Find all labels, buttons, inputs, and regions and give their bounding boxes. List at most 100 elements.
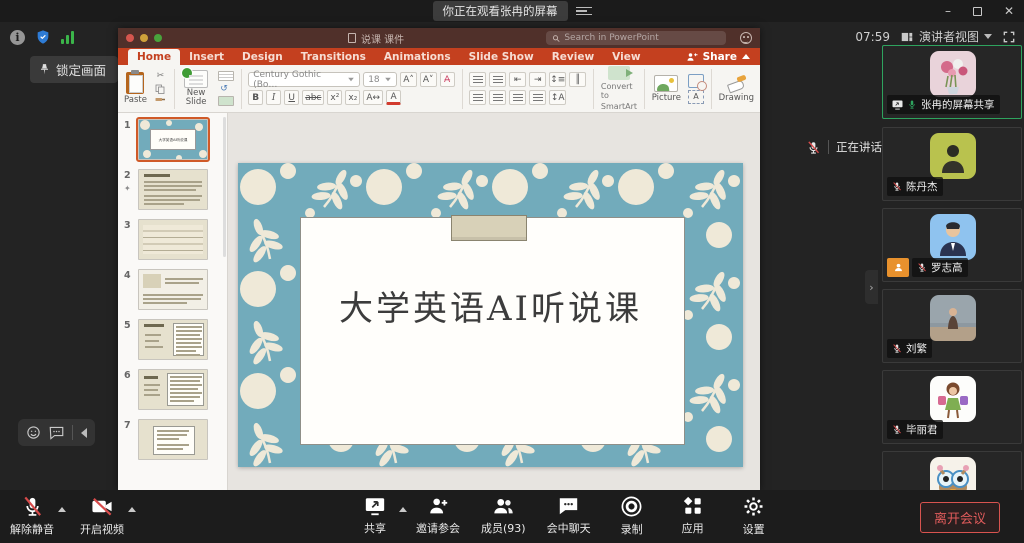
feedback-smiley-icon[interactable]	[740, 32, 752, 44]
mac-close-button[interactable]	[126, 34, 134, 42]
undo-icon[interactable]: ↺	[218, 83, 231, 94]
paste-button[interactable]: Paste	[124, 72, 147, 105]
subscript-button[interactable]: x₂	[345, 90, 360, 105]
tab-animations[interactable]: Animations	[375, 49, 460, 65]
align-left-button[interactable]	[469, 90, 486, 105]
ppt-search-input[interactable]	[564, 33, 720, 43]
underline-button[interactable]: U	[284, 90, 299, 105]
tab-design[interactable]: Design	[233, 49, 292, 65]
tab-review[interactable]: Review	[543, 49, 603, 65]
copy-icon[interactable]	[154, 83, 167, 94]
slide-thumbnail-6[interactable]	[138, 369, 208, 410]
cut-icon[interactable]: ✂	[154, 70, 167, 81]
italic-button[interactable]: I	[266, 90, 281, 105]
tab-home[interactable]: Home	[128, 49, 180, 65]
video-options-caret[interactable]	[128, 507, 136, 512]
decrease-indent-button[interactable]: ⇤	[509, 72, 526, 87]
tab-slide-show[interactable]: Slide Show	[460, 49, 543, 65]
share-options-caret[interactable]	[399, 507, 407, 512]
view-mode-selector[interactable]: 演讲者视图	[900, 28, 992, 45]
screen-share-icon	[892, 100, 903, 110]
record-button[interactable]: 录制	[612, 495, 652, 537]
justify-button[interactable]	[529, 90, 546, 105]
members-button[interactable]: 成员(93)	[481, 495, 526, 537]
align-center-button[interactable]	[489, 90, 506, 105]
slide-thumbnail-7[interactable]	[138, 419, 208, 460]
sidebar-collapse-handle[interactable]: ›	[865, 270, 878, 304]
align-right-button[interactable]	[509, 90, 526, 105]
slide-thumbnail-3[interactable]	[138, 219, 208, 260]
font-color-button[interactable]: A	[386, 90, 401, 105]
chat-button[interactable]: 会中聊天	[547, 495, 591, 537]
participant-name: 罗志高	[931, 260, 963, 275]
participant-tile[interactable]	[882, 451, 1022, 490]
superscript-button[interactable]: x²	[327, 90, 342, 105]
network-signal-icon[interactable]	[61, 31, 74, 44]
start-video-label: 开启视频	[80, 521, 124, 537]
font-name-select[interactable]: Century Gothic (Bo…	[248, 72, 360, 87]
slide-thumbnail-5[interactable]	[138, 319, 208, 360]
columns-button[interactable]: ║	[569, 72, 586, 87]
participant-tile[interactable]: 陈丹杰	[882, 127, 1022, 201]
close-button[interactable]: ✕	[1004, 4, 1014, 18]
text-box-icon[interactable]: A	[688, 90, 704, 104]
mac-minimize-button[interactable]	[140, 34, 148, 42]
fullscreen-icon[interactable]	[1002, 30, 1016, 44]
font-size-select[interactable]: 18	[363, 72, 397, 87]
emoji-icon[interactable]	[26, 425, 41, 440]
mac-zoom-button[interactable]	[154, 34, 162, 42]
tab-insert[interactable]: Insert	[180, 49, 233, 65]
line-spacing-button[interactable]: ↕≡	[549, 72, 566, 87]
new-slide-button[interactable]: New Slide	[182, 70, 211, 108]
banner-menu-icon[interactable]	[576, 4, 592, 18]
apps-button[interactable]: 应用	[673, 495, 713, 537]
slide-thumbnail-1[interactable]: 大学英语AI听说课	[138, 119, 208, 160]
chat-bubble-icon[interactable]	[49, 426, 64, 440]
share-button[interactable]: Share	[686, 51, 750, 63]
section-icon[interactable]	[218, 96, 234, 106]
grow-font-button[interactable]: A˄	[400, 72, 417, 87]
maximize-button[interactable]	[973, 7, 982, 16]
participant-tile-screen-share[interactable]: 张冉的屏幕共享	[882, 45, 1022, 119]
meeting-timer: 07:59	[855, 30, 890, 44]
leave-meeting-button[interactable]: 离开会议	[920, 502, 1000, 533]
slide-thumbnail-4[interactable]	[138, 269, 208, 310]
mic-muted-icon	[806, 140, 821, 155]
tab-view[interactable]: View	[603, 49, 649, 65]
share-screen-button[interactable]: 共享	[355, 495, 395, 537]
drawing-button[interactable]: Drawing	[719, 74, 754, 103]
participant-tile[interactable]: 罗志高	[882, 208, 1022, 282]
bold-button[interactable]: B	[248, 90, 263, 105]
character-spacing-button[interactable]: A↔	[363, 90, 383, 105]
minimize-button[interactable]: –	[945, 4, 951, 18]
clear-formatting-button[interactable]: A̶	[440, 72, 455, 87]
start-video-button[interactable]: 开启视频	[80, 495, 124, 537]
format-painter-icon[interactable]	[154, 96, 167, 107]
slide-thumbnail-2[interactable]	[138, 169, 208, 210]
share-label: Share	[703, 51, 737, 63]
settings-button[interactable]: 设置	[734, 495, 774, 537]
shrink-font-button[interactable]: A˅	[420, 72, 437, 87]
ppt-search-box[interactable]	[546, 31, 726, 45]
mic-options-caret[interactable]	[58, 507, 66, 512]
increase-indent-button[interactable]: ⇥	[529, 72, 546, 87]
tab-transitions[interactable]: Transitions	[292, 49, 375, 65]
picture-button[interactable]: Picture	[652, 75, 681, 103]
participant-tile[interactable]: 刘繁	[882, 289, 1022, 363]
thumbnail-scrollbar[interactable]	[223, 117, 226, 257]
participant-tile[interactable]: 毕丽君	[882, 370, 1022, 444]
shapes-icon[interactable]	[688, 74, 704, 88]
shield-icon[interactable]	[35, 29, 51, 45]
bullets-button[interactable]	[469, 72, 486, 87]
strikethrough-button[interactable]: abc	[302, 90, 324, 105]
convert-smartart-button[interactable]: Convert to SmartArt	[601, 66, 637, 112]
current-slide[interactable]: 大学英语AI听说课	[238, 163, 743, 467]
numbering-button[interactable]	[489, 72, 506, 87]
unmute-button[interactable]: 解除静音	[10, 495, 54, 537]
lock-screen-button[interactable]: 锁定画面	[30, 56, 118, 83]
info-icon[interactable]: i	[10, 30, 25, 45]
collapse-left-icon[interactable]	[81, 428, 87, 438]
text-direction-button[interactable]: ↕A	[549, 90, 566, 105]
layout-option-icon[interactable]	[218, 71, 234, 81]
invite-button[interactable]: 邀请参会	[416, 495, 460, 537]
